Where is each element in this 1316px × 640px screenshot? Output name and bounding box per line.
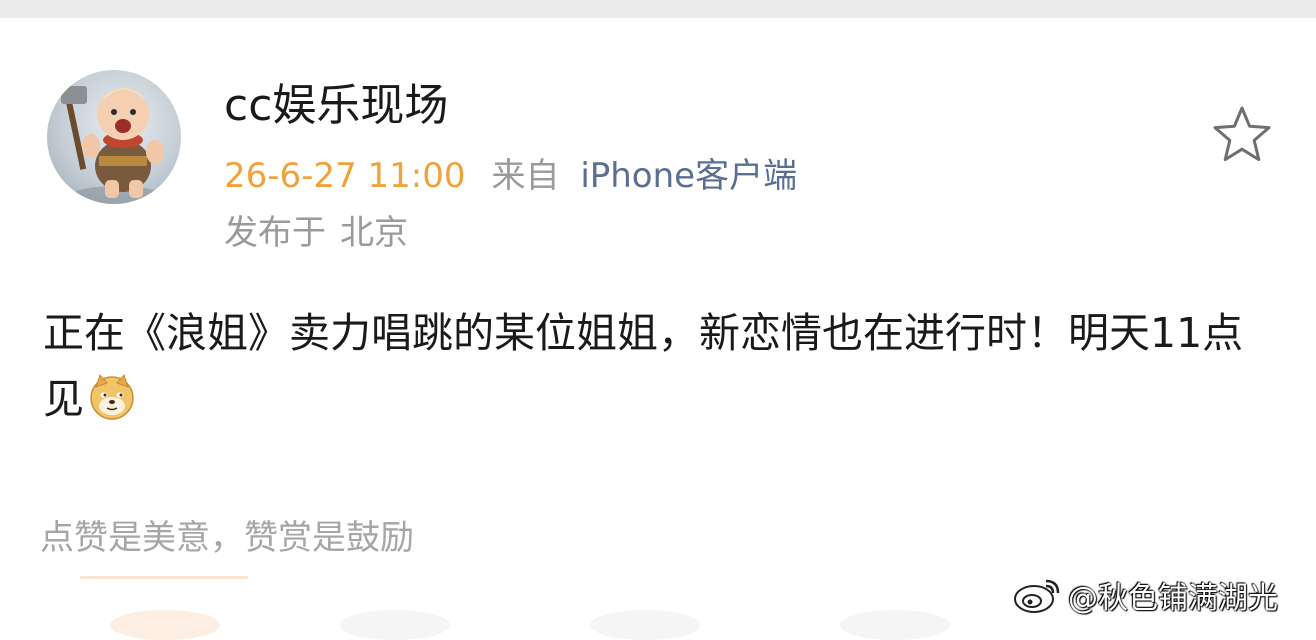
reward-avatar-placeholder — [340, 610, 450, 640]
post-body: 正在《浪姐》卖力唱跳的某位姐姐，新恋情也在进行时！明天11点见 — [43, 300, 1283, 432]
avatar-image — [61, 86, 167, 204]
watermark-text: @秋色铺满湖光 — [1068, 581, 1278, 616]
doge-emoji-icon — [88, 373, 136, 421]
location-prefix: 发布于 — [224, 213, 326, 253]
author-name[interactable]: cc娱乐现场 — [224, 78, 448, 134]
post-meta: 26-6-27 11:00 来自 iPhone客户端 — [224, 154, 797, 198]
location-name: 北京 — [340, 213, 408, 253]
reward-underline — [80, 576, 248, 579]
reward-avatar-placeholder — [840, 610, 950, 640]
reward-prompt[interactable]: 点赞是美意，赞赏是鼓励 — [40, 516, 414, 560]
top-strip — [0, 0, 1316, 18]
watermark: @秋色铺满湖光 — [1012, 570, 1278, 620]
avatar[interactable] — [47, 70, 181, 204]
favorite-button[interactable] — [1211, 104, 1273, 164]
source-prefix: 来自 — [491, 156, 560, 196]
post-card: cc娱乐现场 26-6-27 11:00 来自 iPhone客户端 发布于 北京 正… — [0, 18, 1316, 640]
star-outline-icon — [1213, 106, 1271, 162]
post-text: 正在《浪姐》卖力唱跳的某位姐姐，新恋情也在进行时！明天11点见 — [43, 309, 1244, 423]
reward-avatar-placeholder — [590, 610, 700, 640]
weibo-logo-icon — [1014, 579, 1060, 613]
post-location: 发布于 北京 — [224, 211, 408, 255]
source-device-link[interactable]: iPhone客户端 — [580, 156, 797, 196]
post-timestamp: 26-6-27 11:00 — [224, 156, 466, 196]
reward-avatar-placeholder — [110, 610, 220, 640]
